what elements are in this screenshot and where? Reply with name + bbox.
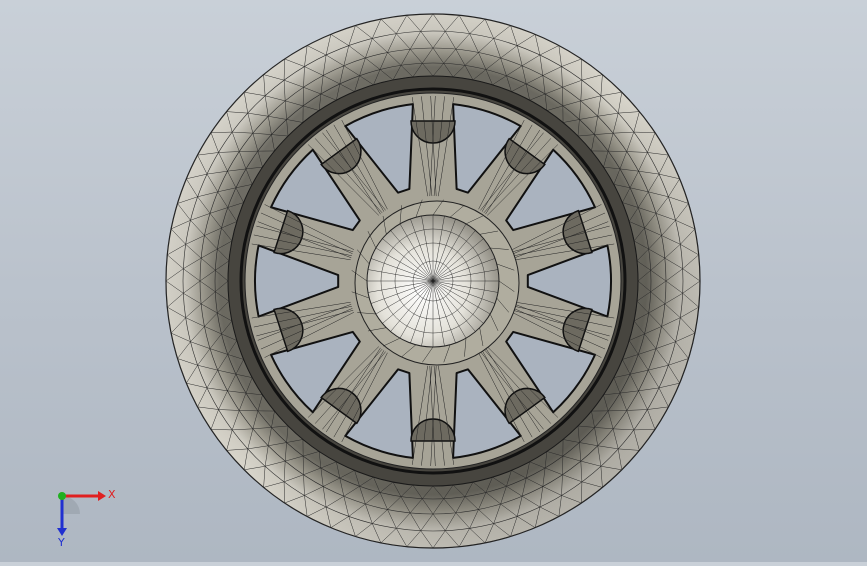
y-axis-label: Y [57, 536, 65, 548]
graphics-viewport[interactable]: X Y [0, 0, 867, 562]
x-axis-arrowhead [98, 491, 106, 501]
axis-triad-graphic: X Y [40, 478, 120, 548]
wheel-model[interactable] [0, 0, 867, 562]
x-axis-label: X [108, 488, 116, 501]
z-axis-arrowhead [57, 528, 67, 536]
y-axis-dot [58, 492, 66, 500]
axis-triad: X Y [40, 478, 120, 548]
